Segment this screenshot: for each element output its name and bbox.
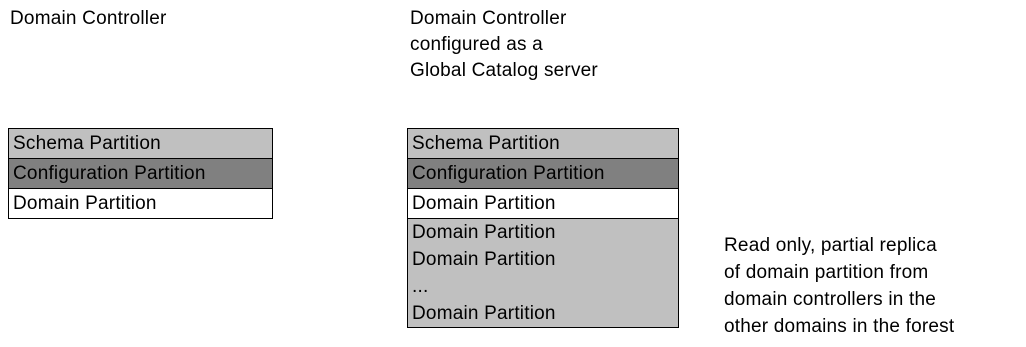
replica-note: Read only, partial replica of domain par… bbox=[724, 232, 954, 340]
domain-partition-cell: Domain Partition bbox=[408, 189, 678, 219]
heading-line: Global Catalog server bbox=[410, 60, 598, 81]
replica-ellipsis: ... bbox=[412, 276, 429, 297]
partition-label: Domain Partition bbox=[13, 193, 157, 214]
heading-line: Domain Controller bbox=[10, 8, 167, 29]
partition-label: Domain Partition bbox=[412, 193, 556, 214]
replica-partition-line: Domain Partition bbox=[412, 249, 556, 270]
replica-partition-line: Domain Partition bbox=[412, 303, 556, 324]
replica-partition-line: Domain Partition bbox=[412, 222, 556, 243]
domain-partition-cell: Domain Partition bbox=[9, 189, 272, 219]
global-catalog-heading: Domain Controller configured as a Global… bbox=[410, 6, 598, 84]
heading-line: configured as a bbox=[410, 34, 543, 55]
partition-label: Schema Partition bbox=[13, 133, 161, 154]
partition-label: Configuration Partition bbox=[412, 163, 605, 184]
note-line: other domains in the forest bbox=[724, 316, 955, 337]
note-line: of domain partition from bbox=[724, 262, 929, 283]
partition-label: Configuration Partition bbox=[13, 163, 206, 184]
note-line: domain controllers in the bbox=[724, 289, 936, 310]
schema-partition-cell: Schema Partition bbox=[408, 129, 678, 159]
note-line: Read only, partial replica bbox=[724, 235, 937, 256]
schema-partition-cell: Schema Partition bbox=[9, 129, 272, 159]
domain-controller-heading: Domain Controller bbox=[10, 6, 167, 32]
global-catalog-partition-stack: Schema Partition Configuration Partition… bbox=[407, 128, 679, 328]
configuration-partition-cell: Configuration Partition bbox=[408, 159, 678, 189]
configuration-partition-cell: Configuration Partition bbox=[9, 159, 272, 189]
heading-line: Domain Controller bbox=[410, 8, 567, 29]
domain-controller-partition-stack: Schema Partition Configuration Partition… bbox=[8, 128, 273, 219]
replica-partitions-block: Domain Partition Domain Partition ... Do… bbox=[408, 219, 678, 328]
partition-label: Schema Partition bbox=[412, 133, 560, 154]
